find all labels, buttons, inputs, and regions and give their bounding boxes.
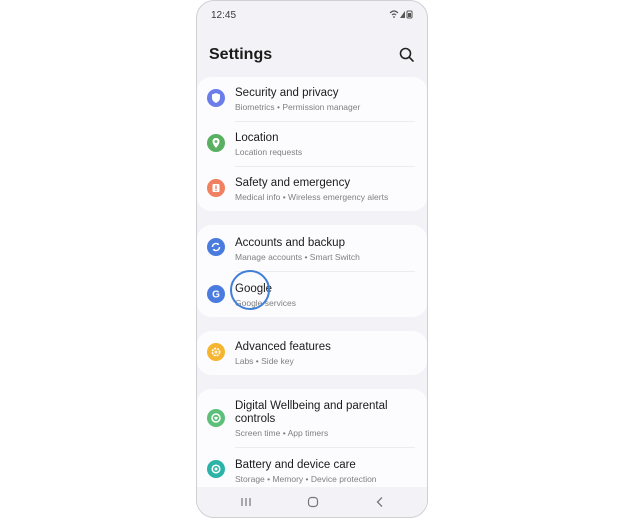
search-icon — [399, 47, 414, 62]
menu-item-google[interactable]: G Google Google services — [197, 272, 427, 317]
item-title: Google — [235, 283, 273, 295]
wellbeing-icon — [207, 409, 225, 427]
status-icons — [389, 10, 413, 19]
recents-icon — [241, 498, 251, 506]
home-button[interactable] — [306, 495, 320, 509]
sync-icon — [207, 238, 225, 256]
menu-item-digital-wellbeing[interactable]: Digital Wellbeing and parental controls … — [197, 389, 427, 447]
menu-item-safety-emergency[interactable]: Safety and emergency Medical info • Wire… — [197, 167, 427, 211]
menu-item-security-privacy[interactable]: Security and privacy Biometrics • Permis… — [197, 77, 427, 121]
item-subtitle: Screen time • App timers — [235, 428, 329, 438]
status-bar: 12:45 — [197, 1, 427, 27]
item-subtitle: Google services — [235, 298, 296, 308]
item-title: Battery and device care — [235, 459, 356, 471]
shield-icon — [207, 89, 225, 107]
item-subtitle: Manage accounts • Smart Switch — [235, 252, 360, 262]
location-pin-icon — [207, 134, 225, 152]
settings-header: Settings — [197, 39, 427, 75]
item-subtitle: Medical info • Wireless emergency alerts — [235, 192, 389, 202]
back-icon — [376, 497, 383, 507]
emergency-icon — [207, 179, 225, 197]
phone-frame: 12:45 Settings Security and privacy Biom… — [196, 0, 428, 518]
device-care-icon — [207, 460, 225, 478]
item-title: Digital Wellbeing and parental controls — [235, 400, 388, 425]
svg-text:G: G — [212, 290, 220, 301]
item-subtitle: Storage • Memory • Device protection — [235, 474, 377, 484]
menu-item-accounts-backup[interactable]: Accounts and backup Manage accounts • Sm… — [197, 225, 427, 271]
item-title: Accounts and backup — [235, 237, 345, 249]
navigation-bar — [197, 487, 427, 517]
item-subtitle: Labs • Side key — [235, 356, 294, 366]
item-title: Location — [235, 132, 279, 144]
settings-group-2: Accounts and backup Manage accounts • Sm… — [197, 225, 427, 317]
battery-icon — [406, 10, 413, 19]
menu-item-location[interactable]: Location Location requests — [197, 122, 427, 166]
status-time: 12:45 — [211, 10, 237, 21]
settings-group-4: Digital Wellbeing and parental controls … — [197, 389, 427, 499]
item-title: Security and privacy — [235, 87, 339, 99]
page-title: Settings — [209, 46, 273, 63]
signal-icon — [400, 11, 405, 18]
back-button[interactable] — [373, 495, 387, 509]
google-g-icon: G — [207, 285, 225, 303]
item-title: Safety and emergency — [235, 177, 351, 189]
settings-group-1: Security and privacy Biometrics • Permis… — [197, 77, 427, 211]
settings-group-3: Advanced features Labs • Side key — [197, 331, 427, 375]
search-button[interactable] — [397, 45, 417, 65]
recents-button[interactable] — [239, 495, 253, 509]
item-subtitle: Location requests — [235, 147, 303, 157]
item-title: Advanced features — [235, 341, 331, 353]
gear-plus-icon — [207, 343, 225, 361]
menu-item-advanced-features[interactable]: Advanced features Labs • Side key — [197, 331, 427, 375]
home-icon — [307, 496, 319, 508]
wifi-icon — [389, 10, 399, 18]
item-subtitle: Biometrics • Permission manager — [235, 102, 361, 112]
